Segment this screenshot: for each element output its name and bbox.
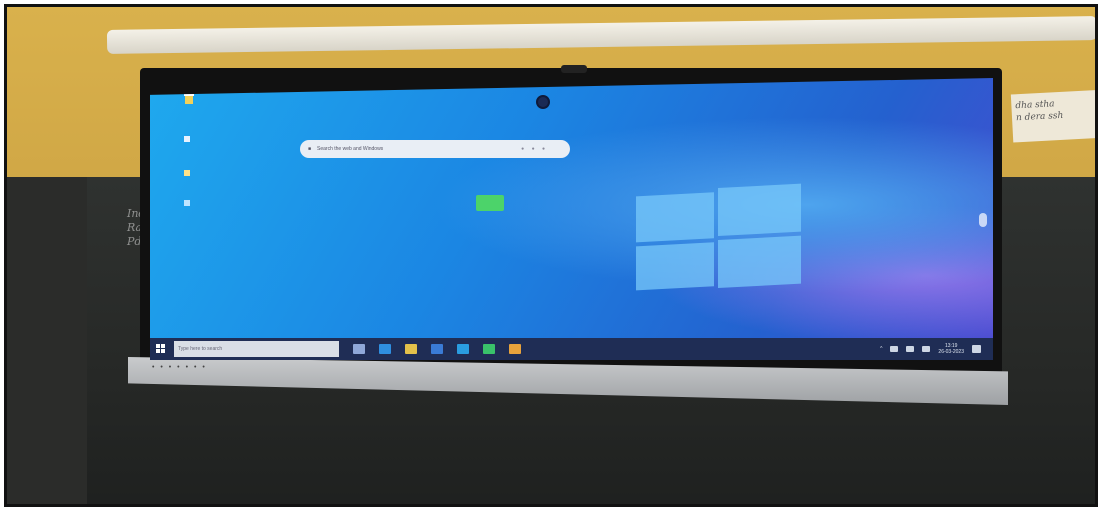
task-view-icon[interactable] xyxy=(353,344,365,354)
search-icon: ■ xyxy=(308,146,312,152)
start-button[interactable] xyxy=(150,338,172,360)
base-indicator: • • • • • • • xyxy=(152,364,207,371)
logo-pane xyxy=(636,192,714,243)
whiteboard-rail xyxy=(106,16,1095,54)
mail-icon[interactable] xyxy=(457,344,469,354)
clock[interactable]: 13:19 26-03-2023 xyxy=(938,343,964,355)
whiteboard-widget[interactable] xyxy=(476,195,504,211)
system-tray: ^ 13:19 26-03-2023 xyxy=(880,343,993,355)
chalkboard-edge xyxy=(7,177,87,504)
notifications-icon[interactable] xyxy=(972,345,981,353)
network-icon[interactable] xyxy=(890,346,899,352)
logo-pane xyxy=(718,183,801,237)
edge-icon[interactable] xyxy=(379,344,391,354)
logo-pane xyxy=(636,242,714,291)
explorer-icon[interactable] xyxy=(405,344,417,354)
taskbar: Type here to search ^ 13:19 26-03-2023 xyxy=(150,338,993,360)
camera xyxy=(561,65,587,73)
taskbar-search[interactable]: Type here to search xyxy=(174,341,339,357)
windows-start-icon xyxy=(156,344,165,353)
desktop-shortcut-icon[interactable] xyxy=(180,132,194,146)
side-panel-handle[interactable] xyxy=(979,213,987,227)
logo-pane xyxy=(718,235,801,289)
search-options[interactable]: ● ● ● xyxy=(521,146,548,152)
desktop-shortcut-icon[interactable] xyxy=(180,166,194,180)
search-bar[interactable]: ■ Search the web and Windows ● ● ● xyxy=(300,140,570,158)
volume-icon[interactable] xyxy=(906,346,915,352)
search-input[interactable]: Search the web and Windows xyxy=(317,146,383,152)
store-icon[interactable] xyxy=(431,344,443,354)
taskbar-search-input[interactable]: Type here to search xyxy=(178,346,222,352)
windows-logo xyxy=(636,183,801,293)
chevron-up-icon[interactable]: ^ xyxy=(880,346,882,352)
camera-indicator-icon xyxy=(536,95,550,109)
desktop-shortcut-icon[interactable] xyxy=(180,196,194,210)
keyboard-icon[interactable] xyxy=(922,346,931,352)
taskbar-apps xyxy=(339,344,521,354)
clock-date: 26-03-2023 xyxy=(938,349,964,355)
desktop-screen: ■ Search the web and Windows ● ● ● Type … xyxy=(150,78,993,360)
photos-icon[interactable] xyxy=(509,344,521,354)
paper-note: dha stha n dera ssh xyxy=(1010,89,1095,143)
whiteboard-icon[interactable] xyxy=(483,344,495,354)
